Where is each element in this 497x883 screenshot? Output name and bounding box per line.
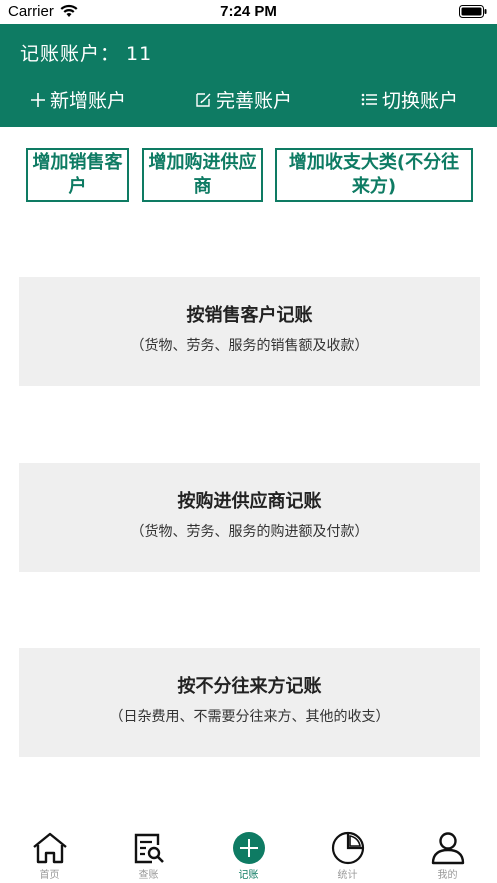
- screen: Carrier 7:24 PM 记账账户： 11 新增账户 完善账户 切换账户 …: [0, 0, 497, 883]
- home-icon: [32, 832, 67, 864]
- tab-bar: 首页 查账 记账 统计 我的: [0, 825, 497, 883]
- add-customer-label: 增加销售客户: [32, 152, 123, 197]
- status-time: 7:24 PM: [220, 3, 277, 20]
- add-category-button[interactable]: 增加收支大类(不分往来方): [275, 148, 473, 202]
- edit-account-button[interactable]: 完善账户: [195, 86, 292, 113]
- card-subtitle: （货物、劳务、服务的销售额及收款）: [130, 338, 369, 354]
- add-circle-icon: [232, 832, 265, 864]
- add-account-button[interactable]: 新增账户: [30, 86, 126, 113]
- add-supplier-button[interactable]: 增加购进供应商: [142, 148, 263, 202]
- card-title: 按不分往来方记账: [177, 676, 322, 697]
- account-value: 11: [126, 43, 153, 65]
- add-supplier-label: 增加购进供应商: [148, 152, 257, 197]
- account-label: 记账账户：: [20, 43, 121, 65]
- list-icon: [361, 93, 377, 106]
- card-title: 按购进供应商记账: [177, 491, 322, 512]
- edit-icon: [196, 93, 211, 107]
- switch-account-label: 切换账户: [382, 90, 459, 112]
- card-subtitle: （日杂费用、不需要分往来方、其他的收支）: [109, 709, 390, 725]
- tab-home[interactable]: 首页: [0, 825, 99, 883]
- tab-record-label: 记账: [238, 870, 259, 881]
- add-category-label: 增加收支大类(不分往来方): [288, 152, 460, 197]
- tab-ledger[interactable]: 查账: [99, 825, 198, 883]
- pie-chart-icon: [331, 831, 364, 865]
- record-by-customer-card[interactable]: 按销售客户记账 （货物、劳务、服务的销售额及收款）: [19, 277, 480, 386]
- tab-ledger-label: 查账: [138, 870, 159, 881]
- ledger-search-icon: [134, 833, 164, 864]
- tab-mine[interactable]: 我的: [398, 825, 497, 883]
- tab-mine-label: 我的: [437, 870, 458, 881]
- account-info: 记账账户： 11: [20, 39, 152, 66]
- edit-account-label: 完善账户: [216, 90, 293, 112]
- account-header: 记账账户： 11 新增账户 完善账户 切换账户: [0, 24, 497, 127]
- card-title: 按销售客户记账: [186, 305, 313, 326]
- add-account-label: 新增账户: [50, 90, 127, 112]
- tab-home-label: 首页: [39, 870, 60, 881]
- user-icon: [431, 832, 464, 865]
- switch-account-button[interactable]: 切换账户: [361, 86, 458, 113]
- record-no-party-card[interactable]: 按不分往来方记账 （日杂费用、不需要分往来方、其他的收支）: [19, 648, 480, 757]
- tab-stats-label: 统计: [337, 870, 358, 881]
- status-bar: Carrier 7:24 PM: [0, 0, 497, 24]
- battery-icon: [459, 5, 487, 18]
- tab-record[interactable]: 记账: [199, 825, 298, 883]
- tab-stats[interactable]: 统计: [298, 825, 397, 883]
- account-actions: 新增账户 完善账户 切换账户: [0, 86, 497, 114]
- record-by-supplier-card[interactable]: 按购进供应商记账 （货物、劳务、服务的购进额及付款）: [19, 463, 480, 572]
- plus-icon: [31, 92, 45, 107]
- add-customer-button[interactable]: 增加销售客户: [26, 148, 129, 202]
- card-subtitle: （货物、劳务、服务的购进额及付款）: [130, 524, 369, 540]
